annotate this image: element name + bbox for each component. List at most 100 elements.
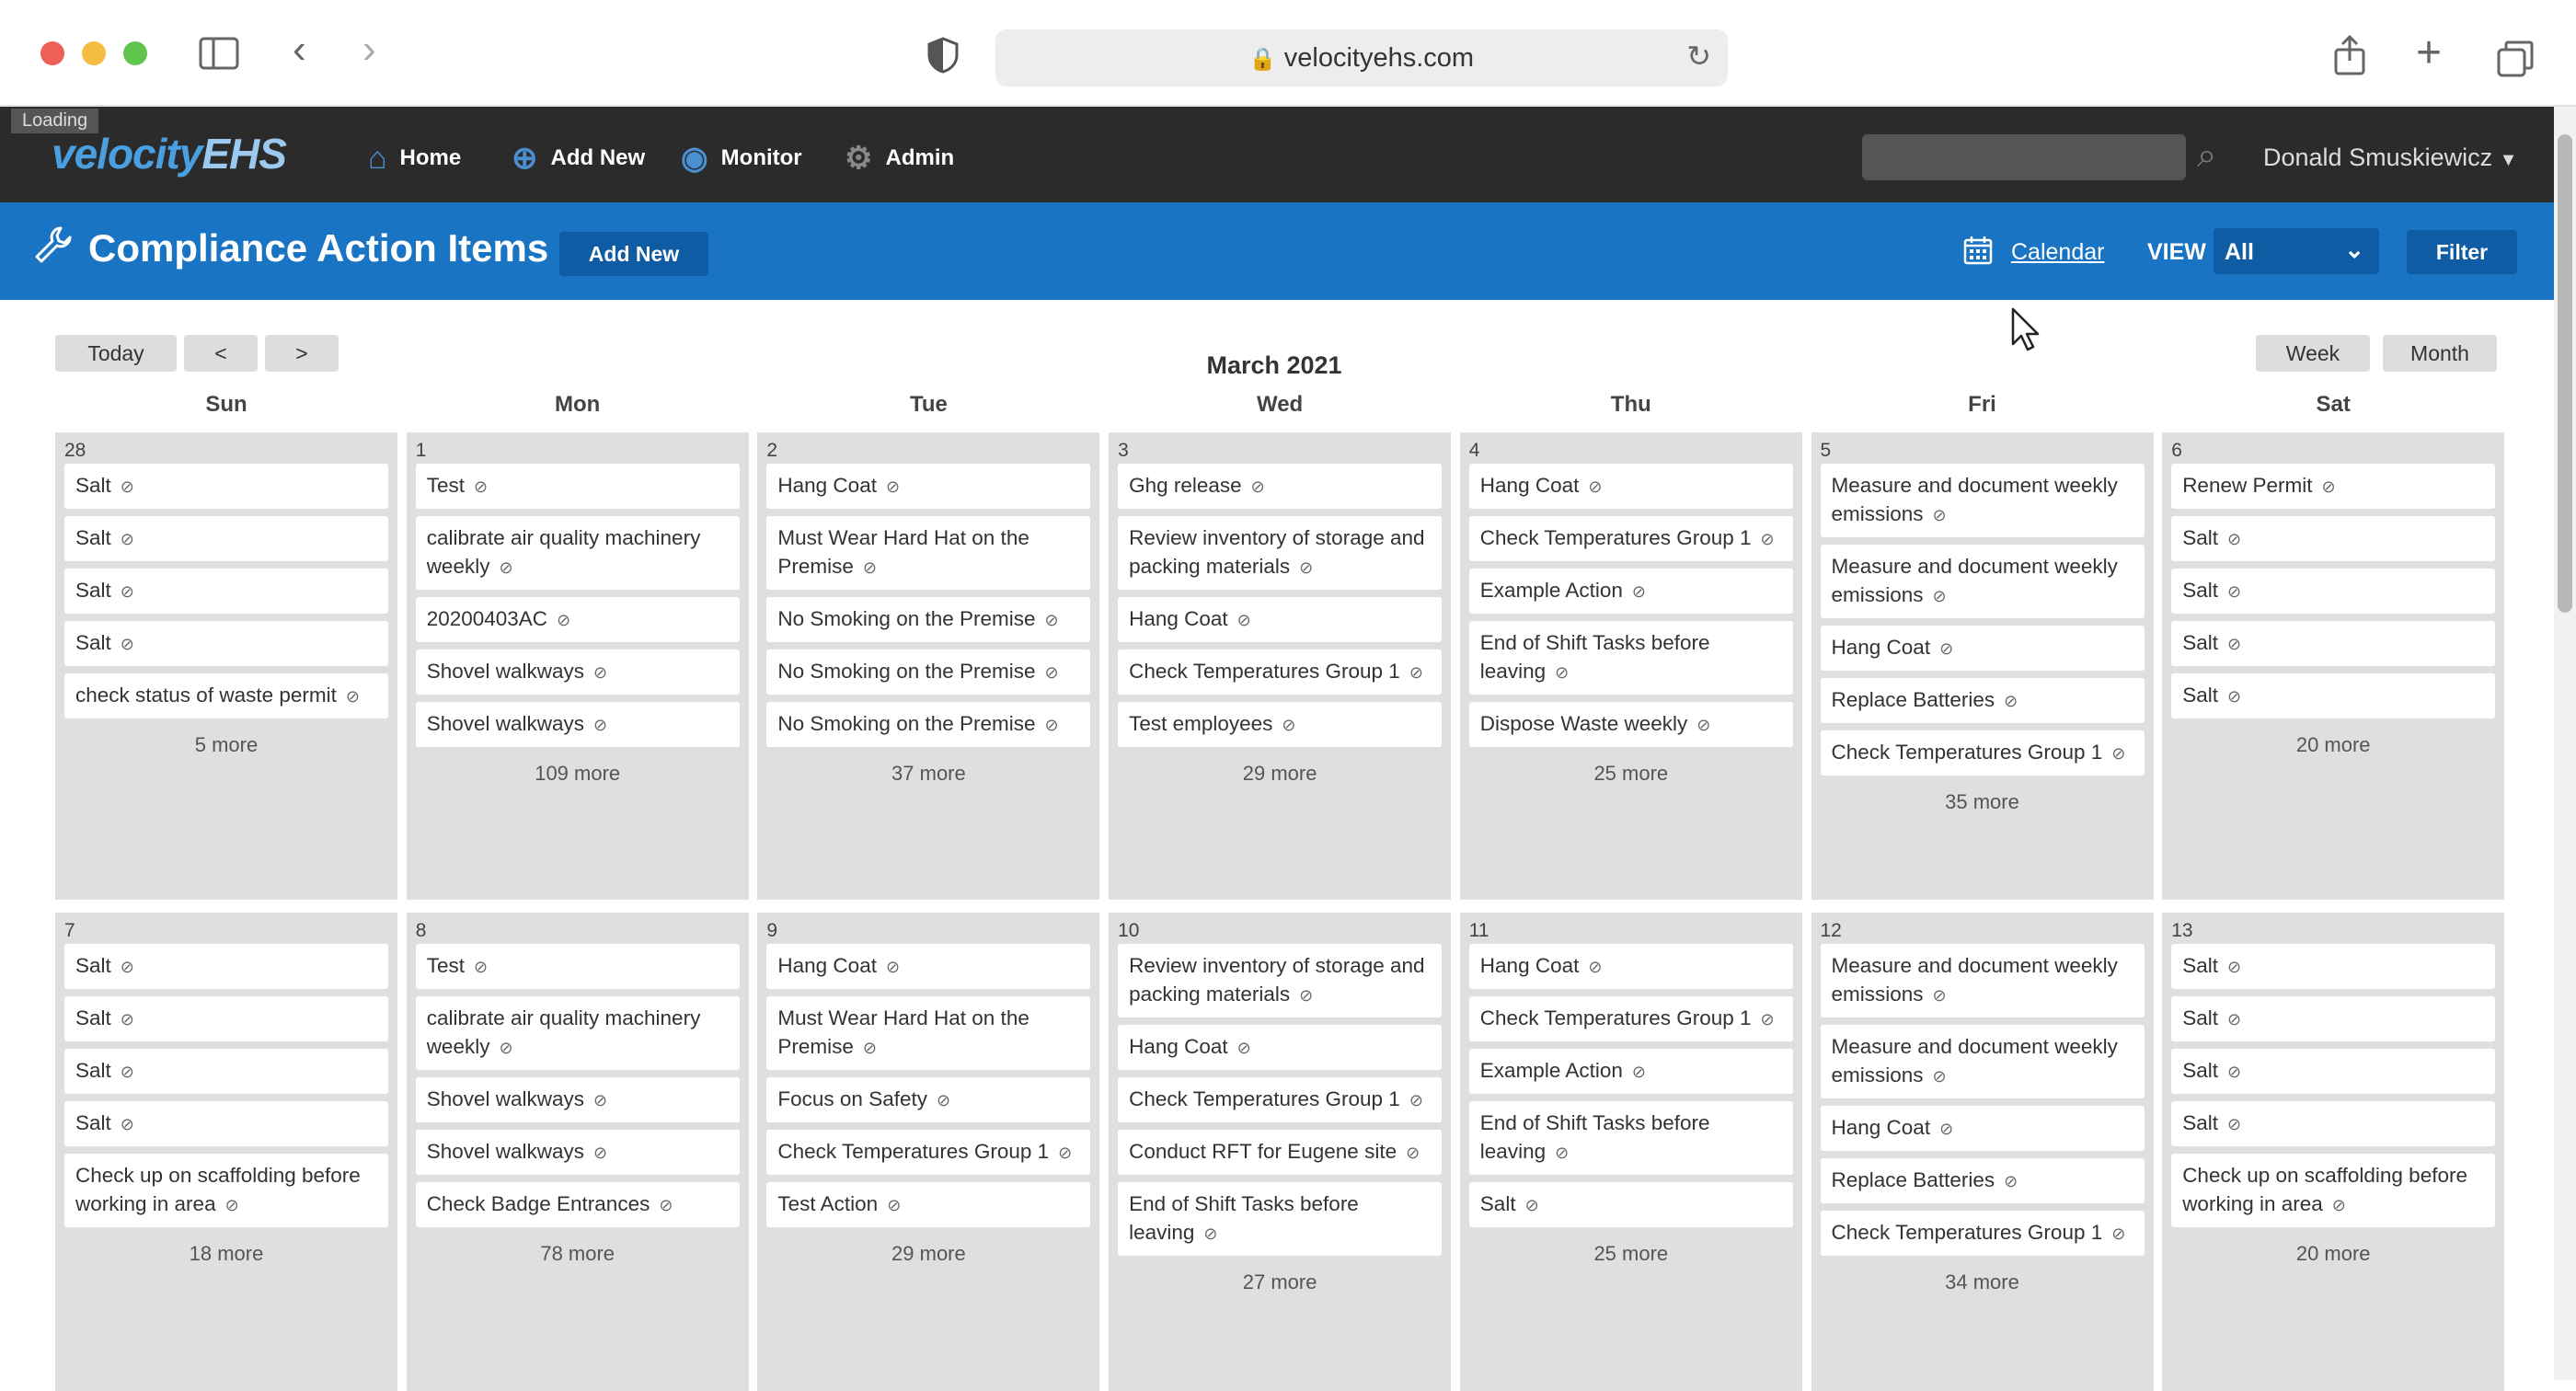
calendar-event[interactable]: Hang Coat ⊘ (1118, 1025, 1443, 1070)
calendar-event[interactable]: Replace Batteries ⊘ (1820, 678, 2145, 723)
day-number[interactable]: 4 (1469, 440, 1480, 462)
month-view-button[interactable]: Month (2383, 335, 2497, 372)
reload-icon[interactable]: ↻ (1686, 39, 1711, 74)
calendar-event[interactable]: Measure and document weekly emissions ⊘ (1820, 1025, 2145, 1098)
calendar-event[interactable]: Check Temperatures Group 1 ⊘ (1820, 1211, 2145, 1256)
calendar-event[interactable]: calibrate air quality machinery weekly ⊘ (415, 996, 740, 1070)
calendar-event[interactable]: Example Action ⊘ (1468, 569, 1793, 614)
calendar-day-cell[interactable]: 4 Hang Coat ⊘ Check Temperatures Group 1 ⊘ Ex… (1459, 432, 1802, 900)
more-events-link[interactable]: 27 more (1118, 1270, 1442, 1294)
day-number[interactable]: 8 (416, 920, 427, 942)
calendar-event[interactable]: Salt ⊘ (2171, 569, 2496, 614)
nav-admin[interactable]: ⚙ Admin (845, 129, 954, 188)
day-number[interactable]: 5 (1821, 440, 1832, 462)
calendar-event[interactable]: 20200403AC ⊘ (415, 597, 740, 642)
calendar-event[interactable]: calibrate air quality machinery weekly ⊘ (415, 516, 740, 590)
calendar-event[interactable]: Salt ⊘ (64, 464, 388, 509)
more-events-link[interactable]: 109 more (416, 762, 740, 786)
calendar-event[interactable]: Salt ⊘ (2171, 996, 2496, 1041)
calendar-event[interactable]: Dispose Waste weekly ⊘ (1468, 702, 1793, 747)
calendar-day-cell[interactable]: 12 Measure and document weekly emissions ⊘… (1811, 913, 2154, 1391)
more-events-link[interactable]: 29 more (1118, 762, 1442, 786)
calendar-day-cell[interactable]: 28 Salt ⊘ Salt ⊘ Salt ⊘ Salt ⊘ check status of wa… (55, 432, 397, 900)
calendar-event[interactable]: Salt ⊘ (64, 1101, 388, 1146)
calendar-event[interactable]: Check up on scaffolding before working i… (64, 1154, 388, 1227)
calendar-event[interactable]: Salt ⊘ (64, 1049, 388, 1094)
day-number[interactable]: 2 (766, 440, 777, 462)
day-number[interactable]: 28 (64, 440, 86, 462)
zoom-window-button[interactable] (123, 41, 147, 65)
calendar-event[interactable]: Shovel walkways ⊘ (415, 650, 740, 695)
calendar-event[interactable]: Ghg release ⊘ (1118, 464, 1443, 509)
calendar-icon[interactable] (1963, 236, 1993, 273)
calendar-day-cell[interactable]: 2 Hang Coat ⊘ Must Wear Hard Hat on the Pre… (757, 432, 1100, 900)
filter-button[interactable]: Filter (2407, 230, 2517, 274)
shield-icon[interactable] (927, 37, 959, 81)
calendar-event[interactable]: Salt ⊘ (1468, 1182, 1793, 1227)
calendar-event[interactable]: Check Temperatures Group 1 ⊘ (1468, 996, 1793, 1041)
prev-month-button[interactable]: < (184, 335, 258, 372)
calendar-event[interactable]: Salt ⊘ (2171, 516, 2496, 561)
calendar-event[interactable]: Example Action ⊘ (1468, 1049, 1793, 1094)
day-number[interactable]: 3 (1118, 440, 1129, 462)
calendar-event[interactable]: Salt ⊘ (64, 569, 388, 614)
calendar-event[interactable]: No Smoking on the Premise ⊘ (766, 650, 1091, 695)
nav-home[interactable]: ⌂ Home (368, 129, 461, 188)
calendar-event[interactable]: Hang Coat ⊘ (1820, 626, 2145, 671)
calendar-event[interactable]: Test employees ⊘ (1118, 702, 1443, 747)
tabs-icon[interactable] (2497, 40, 2534, 85)
day-number[interactable]: 1 (416, 440, 427, 462)
close-window-button[interactable] (40, 41, 64, 65)
calendar-day-cell[interactable]: 5 Measure and document weekly emissions ⊘ M… (1811, 432, 2154, 900)
calendar-event[interactable]: Salt ⊘ (2171, 1049, 2496, 1094)
more-events-link[interactable]: 78 more (416, 1242, 740, 1266)
calendar-event[interactable]: Shovel walkways ⊘ (415, 1077, 740, 1122)
day-number[interactable]: 10 (1118, 920, 1139, 942)
forward-icon[interactable]: › (362, 29, 376, 70)
calendar-event[interactable]: Focus on Safety ⊘ (766, 1077, 1091, 1122)
calendar-event[interactable]: Salt ⊘ (2171, 1101, 2496, 1146)
calendar-day-cell[interactable]: 13 Salt ⊘ Salt ⊘ Salt ⊘ Salt ⊘ Check up on scaffo… (2162, 913, 2505, 1391)
more-events-link[interactable]: 25 more (1469, 762, 1793, 786)
calendar-event[interactable]: End of Shift Tasks before leaving ⊘ (1118, 1182, 1443, 1256)
today-button[interactable]: Today (55, 335, 177, 372)
sidebar-icon[interactable] (199, 35, 239, 79)
more-events-link[interactable]: 34 more (1821, 1270, 2145, 1294)
search-icon[interactable]: ⌕ (2197, 136, 2216, 176)
address-bar[interactable]: 🔒 velocityehs.com ↻ (995, 29, 1728, 86)
day-number[interactable]: 13 (2171, 920, 2192, 942)
calendar-event[interactable]: Measure and document weekly emissions ⊘ (1820, 545, 2145, 618)
calendar-day-cell[interactable]: 8 Test ⊘ calibrate air quality machinery we… (406, 913, 749, 1391)
calendar-event[interactable]: Test Action ⊘ (766, 1182, 1091, 1227)
calendar-event[interactable]: check status of waste permit ⊘ (64, 673, 388, 718)
minimize-window-button[interactable] (82, 41, 106, 65)
calendar-event[interactable]: Must Wear Hard Hat on the Premise ⊘ (766, 516, 1091, 590)
calendar-event[interactable]: End of Shift Tasks before leaving ⊘ (1468, 621, 1793, 695)
calendar-day-cell[interactable]: 9 Hang Coat ⊘ Must Wear Hard Hat on the Pre… (757, 913, 1100, 1391)
calendar-event[interactable]: Salt ⊘ (2171, 621, 2496, 666)
calendar-event[interactable]: End of Shift Tasks before leaving ⊘ (1468, 1101, 1793, 1175)
calendar-event[interactable]: Conduct RFT for Eugene site ⊘ (1118, 1130, 1443, 1175)
calendar-event[interactable]: Hang Coat ⊘ (1820, 1106, 2145, 1151)
calendar-event[interactable]: Measure and document weekly emissions ⊘ (1820, 944, 2145, 1017)
view-select[interactable]: All ⌄ (2214, 228, 2379, 274)
calendar-event[interactable]: Check Badge Entrances ⊘ (415, 1182, 740, 1227)
week-view-button[interactable]: Week (2256, 335, 2370, 372)
back-icon[interactable]: ‹ (293, 29, 306, 70)
day-number[interactable]: 12 (1821, 920, 1842, 942)
nav-monitor[interactable]: ◉ Monitor (681, 129, 802, 188)
search-input[interactable] (1862, 134, 2186, 180)
calendar-event[interactable]: Hang Coat ⊘ (766, 464, 1091, 509)
new-tab-icon[interactable]: + (2416, 31, 2442, 75)
calendar-event[interactable]: Salt ⊘ (64, 621, 388, 666)
more-events-link[interactable]: 37 more (766, 762, 1090, 786)
more-events-link[interactable]: 5 more (64, 733, 388, 757)
calendar-event[interactable]: Review inventory of storage and packing … (1118, 944, 1443, 1017)
calendar-day-cell[interactable]: 3 Ghg release ⊘ Review inventory of storage… (1109, 432, 1452, 900)
more-events-link[interactable]: 20 more (2171, 733, 2495, 757)
calendar-event[interactable]: Check Temperatures Group 1 ⊘ (1118, 1077, 1443, 1122)
more-events-link[interactable]: 25 more (1469, 1242, 1793, 1266)
calendar-event[interactable]: Shovel walkways ⊘ (415, 702, 740, 747)
calendar-event[interactable]: Check up on scaffolding before working i… (2171, 1154, 2496, 1227)
calendar-event[interactable]: Salt ⊘ (64, 944, 388, 989)
